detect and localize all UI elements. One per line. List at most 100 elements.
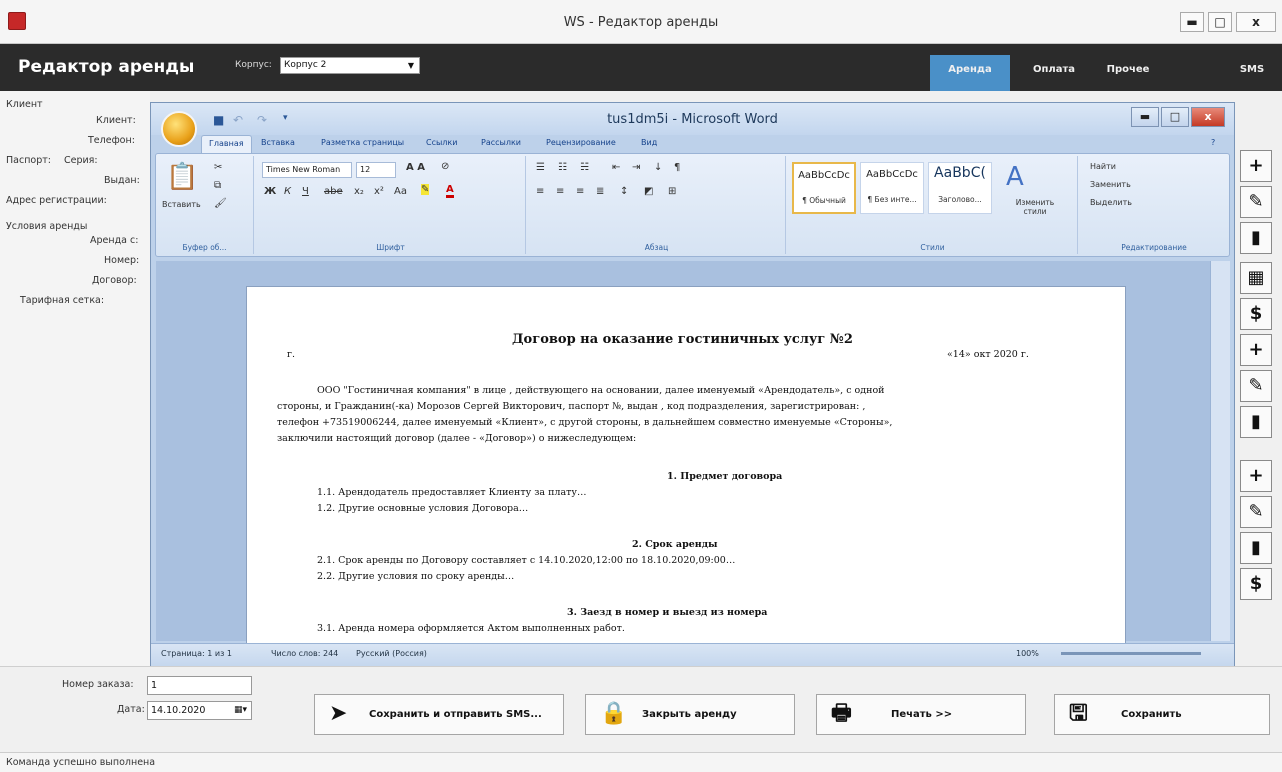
word-close-button[interactable]: x bbox=[1191, 107, 1225, 127]
line-spacing-icon[interactable]: ↕ bbox=[620, 186, 628, 197]
align-right-icon[interactable]: ≡ bbox=[576, 186, 584, 197]
tab-prochee[interactable]: Прочее bbox=[1098, 55, 1158, 91]
change-case-icon[interactable]: Aa bbox=[394, 186, 407, 197]
zoom-level[interactable]: 100% bbox=[1016, 649, 1039, 658]
style-no-spacing[interactable]: AaBbCcDc ¶ Без инте... bbox=[860, 162, 924, 214]
paste-icon[interactable]: 📋 bbox=[166, 162, 198, 192]
word-maximize-button[interactable]: □ bbox=[1161, 107, 1189, 127]
subscript-icon[interactable]: x₂ bbox=[354, 186, 364, 197]
add-icon[interactable]: + bbox=[1240, 460, 1272, 492]
copy-icon[interactable]: ⧉ bbox=[214, 180, 221, 191]
series-label: Серия: bbox=[64, 155, 98, 166]
clear-format-icon[interactable]: ⊘ bbox=[441, 161, 449, 172]
change-styles-label[interactable]: Изменить стили bbox=[1010, 198, 1060, 216]
tab-arenda[interactable]: Аренда bbox=[930, 55, 1010, 91]
korpus-value: Корпус 2 bbox=[284, 60, 327, 70]
help-icon[interactable]: ? bbox=[1211, 138, 1215, 147]
increase-indent-icon[interactable]: ⇥ bbox=[632, 162, 640, 173]
style-sample: AaBbCcDc bbox=[866, 169, 918, 180]
doc-paragraph-3: телефон +73519006244, далее именуемый «К… bbox=[277, 417, 893, 428]
select-button[interactable]: Выделить bbox=[1090, 198, 1132, 207]
word-count: Число слов: 244 bbox=[271, 649, 339, 658]
superscript-icon[interactable]: x² bbox=[374, 186, 384, 197]
zoom-slider[interactable] bbox=[1061, 652, 1201, 655]
clipboard-group-label: Буфер об... bbox=[182, 243, 227, 252]
order-number-input[interactable]: 1 bbox=[147, 676, 252, 695]
style-heading[interactable]: AaBbC(Заголово... bbox=[928, 162, 992, 214]
font-size-select[interactable]: 12 bbox=[356, 162, 396, 178]
borders-icon[interactable]: ⊞ bbox=[668, 186, 676, 197]
underline-icon[interactable]: Ч bbox=[302, 186, 309, 197]
edit-icon[interactable]: ✎ bbox=[1240, 186, 1272, 218]
document-page[interactable]: Договор на оказание гостиничных услуг №2… bbox=[246, 286, 1126, 646]
italic-icon[interactable]: К bbox=[284, 186, 291, 197]
date-label: Дата: bbox=[117, 704, 145, 715]
app-header: Редактор аренды Корпус: Корпус 2 ▼ Аренда… bbox=[0, 44, 1282, 91]
paste-label[interactable]: Вставить bbox=[162, 200, 201, 209]
shading-icon[interactable]: ◩ bbox=[644, 186, 653, 197]
doc-date: «14» окт 2020 г. bbox=[947, 349, 1029, 360]
style-normal[interactable]: AaBbCcDc ¶ Обычный bbox=[792, 162, 856, 214]
print-button[interactable]: 🖶 Печать >> bbox=[816, 694, 1026, 735]
page-title: Редактор аренды bbox=[18, 57, 195, 77]
decrease-indent-icon[interactable]: ⇤ bbox=[612, 162, 620, 173]
highlight-icon[interactable]: ✎ bbox=[421, 184, 430, 195]
save-button[interactable]: 🖫 Сохранить bbox=[1054, 694, 1270, 735]
korpus-select[interactable]: Корпус 2 ▼ bbox=[280, 57, 420, 74]
delete-icon[interactable]: ▮ bbox=[1240, 532, 1272, 564]
status-message: Команда успешно выполнена bbox=[6, 757, 156, 768]
align-left-icon[interactable]: ≡ bbox=[536, 186, 544, 197]
format-painter-icon[interactable]: 🖌 bbox=[214, 198, 227, 209]
replace-button[interactable]: Заменить bbox=[1090, 180, 1131, 189]
word-title: tus1dm5i - Microsoft Word bbox=[607, 112, 778, 127]
pilcrow-icon[interactable]: ¶ bbox=[674, 162, 680, 173]
numbering-icon[interactable]: ☷ bbox=[558, 162, 567, 173]
ribbon-tab-mailings[interactable]: Рассылки bbox=[481, 138, 521, 147]
justify-icon[interactable]: ≣ bbox=[596, 186, 604, 197]
delete-icon[interactable]: ▮ bbox=[1240, 406, 1272, 438]
vertical-scrollbar[interactable] bbox=[1210, 261, 1230, 641]
strikethrough-icon[interactable]: abe bbox=[324, 186, 343, 197]
clipboard-group: 📋 Вставить ✂ ⧉ 🖌 Буфер об... bbox=[156, 156, 254, 254]
grid-icon[interactable]: ▦ bbox=[1240, 262, 1272, 294]
align-center-icon[interactable]: ≡ bbox=[556, 186, 564, 197]
office-button[interactable] bbox=[161, 111, 197, 147]
bold-icon[interactable]: Ж bbox=[264, 186, 276, 197]
date-input[interactable]: 14.10.2020 ▦▾ bbox=[147, 701, 252, 720]
minimize-button[interactable]: ▬ bbox=[1180, 12, 1204, 32]
cut-icon[interactable]: ✂ bbox=[214, 162, 222, 173]
ribbon-tab-layout[interactable]: Разметка страницы bbox=[321, 138, 404, 147]
calendar-icon[interactable]: ▦▾ bbox=[234, 702, 247, 719]
sort-icon[interactable]: ↓ bbox=[654, 162, 662, 173]
ribbon-tab-insert[interactable]: Вставка bbox=[261, 138, 295, 147]
add-icon[interactable]: + bbox=[1240, 334, 1272, 366]
change-styles-icon[interactable]: A bbox=[1006, 162, 1024, 192]
edit-icon[interactable]: ✎ bbox=[1240, 370, 1272, 402]
maximize-button[interactable]: □ bbox=[1208, 12, 1232, 32]
multilevel-list-icon[interactable]: ☵ bbox=[580, 162, 589, 173]
font-name-select[interactable]: Times New Roman bbox=[262, 162, 352, 178]
window-title: WS - Редактор аренды bbox=[563, 15, 719, 30]
save-send-sms-button[interactable]: ➤ Сохранить и отправить SMS... bbox=[314, 694, 564, 735]
font-color-icon[interactable]: A bbox=[446, 184, 454, 198]
close-rent-button[interactable]: 🔒 Закрыть аренду bbox=[585, 694, 795, 735]
dollar-icon[interactable]: $ bbox=[1240, 298, 1272, 330]
tab-sms[interactable]: SMS bbox=[1232, 55, 1272, 91]
conditions-label: Условия аренды bbox=[6, 221, 88, 232]
delete-icon[interactable]: ▮ bbox=[1240, 222, 1272, 254]
bullets-icon[interactable]: ☰ bbox=[536, 162, 545, 173]
ribbon-tab-review[interactable]: Рецензирование bbox=[546, 138, 616, 147]
dollar-icon[interactable]: $ bbox=[1240, 568, 1272, 600]
passport-label: Паспорт: bbox=[6, 155, 51, 166]
close-button[interactable]: x bbox=[1236, 12, 1276, 32]
add-icon[interactable]: + bbox=[1240, 150, 1272, 182]
word-minimize-button[interactable]: ▬ bbox=[1131, 107, 1159, 127]
edit-icon[interactable]: ✎ bbox=[1240, 496, 1272, 528]
tab-oplata[interactable]: Оплата bbox=[1024, 55, 1084, 91]
find-button[interactable]: Найти bbox=[1090, 162, 1116, 171]
page-count: Страница: 1 из 1 bbox=[161, 649, 232, 658]
ribbon-tab-references[interactable]: Ссылки bbox=[426, 138, 457, 147]
ribbon-tab-view[interactable]: Вид bbox=[641, 138, 657, 147]
ribbon-tab-home[interactable]: Главная bbox=[201, 135, 252, 153]
grow-font-icon[interactable]: A A bbox=[406, 162, 425, 173]
